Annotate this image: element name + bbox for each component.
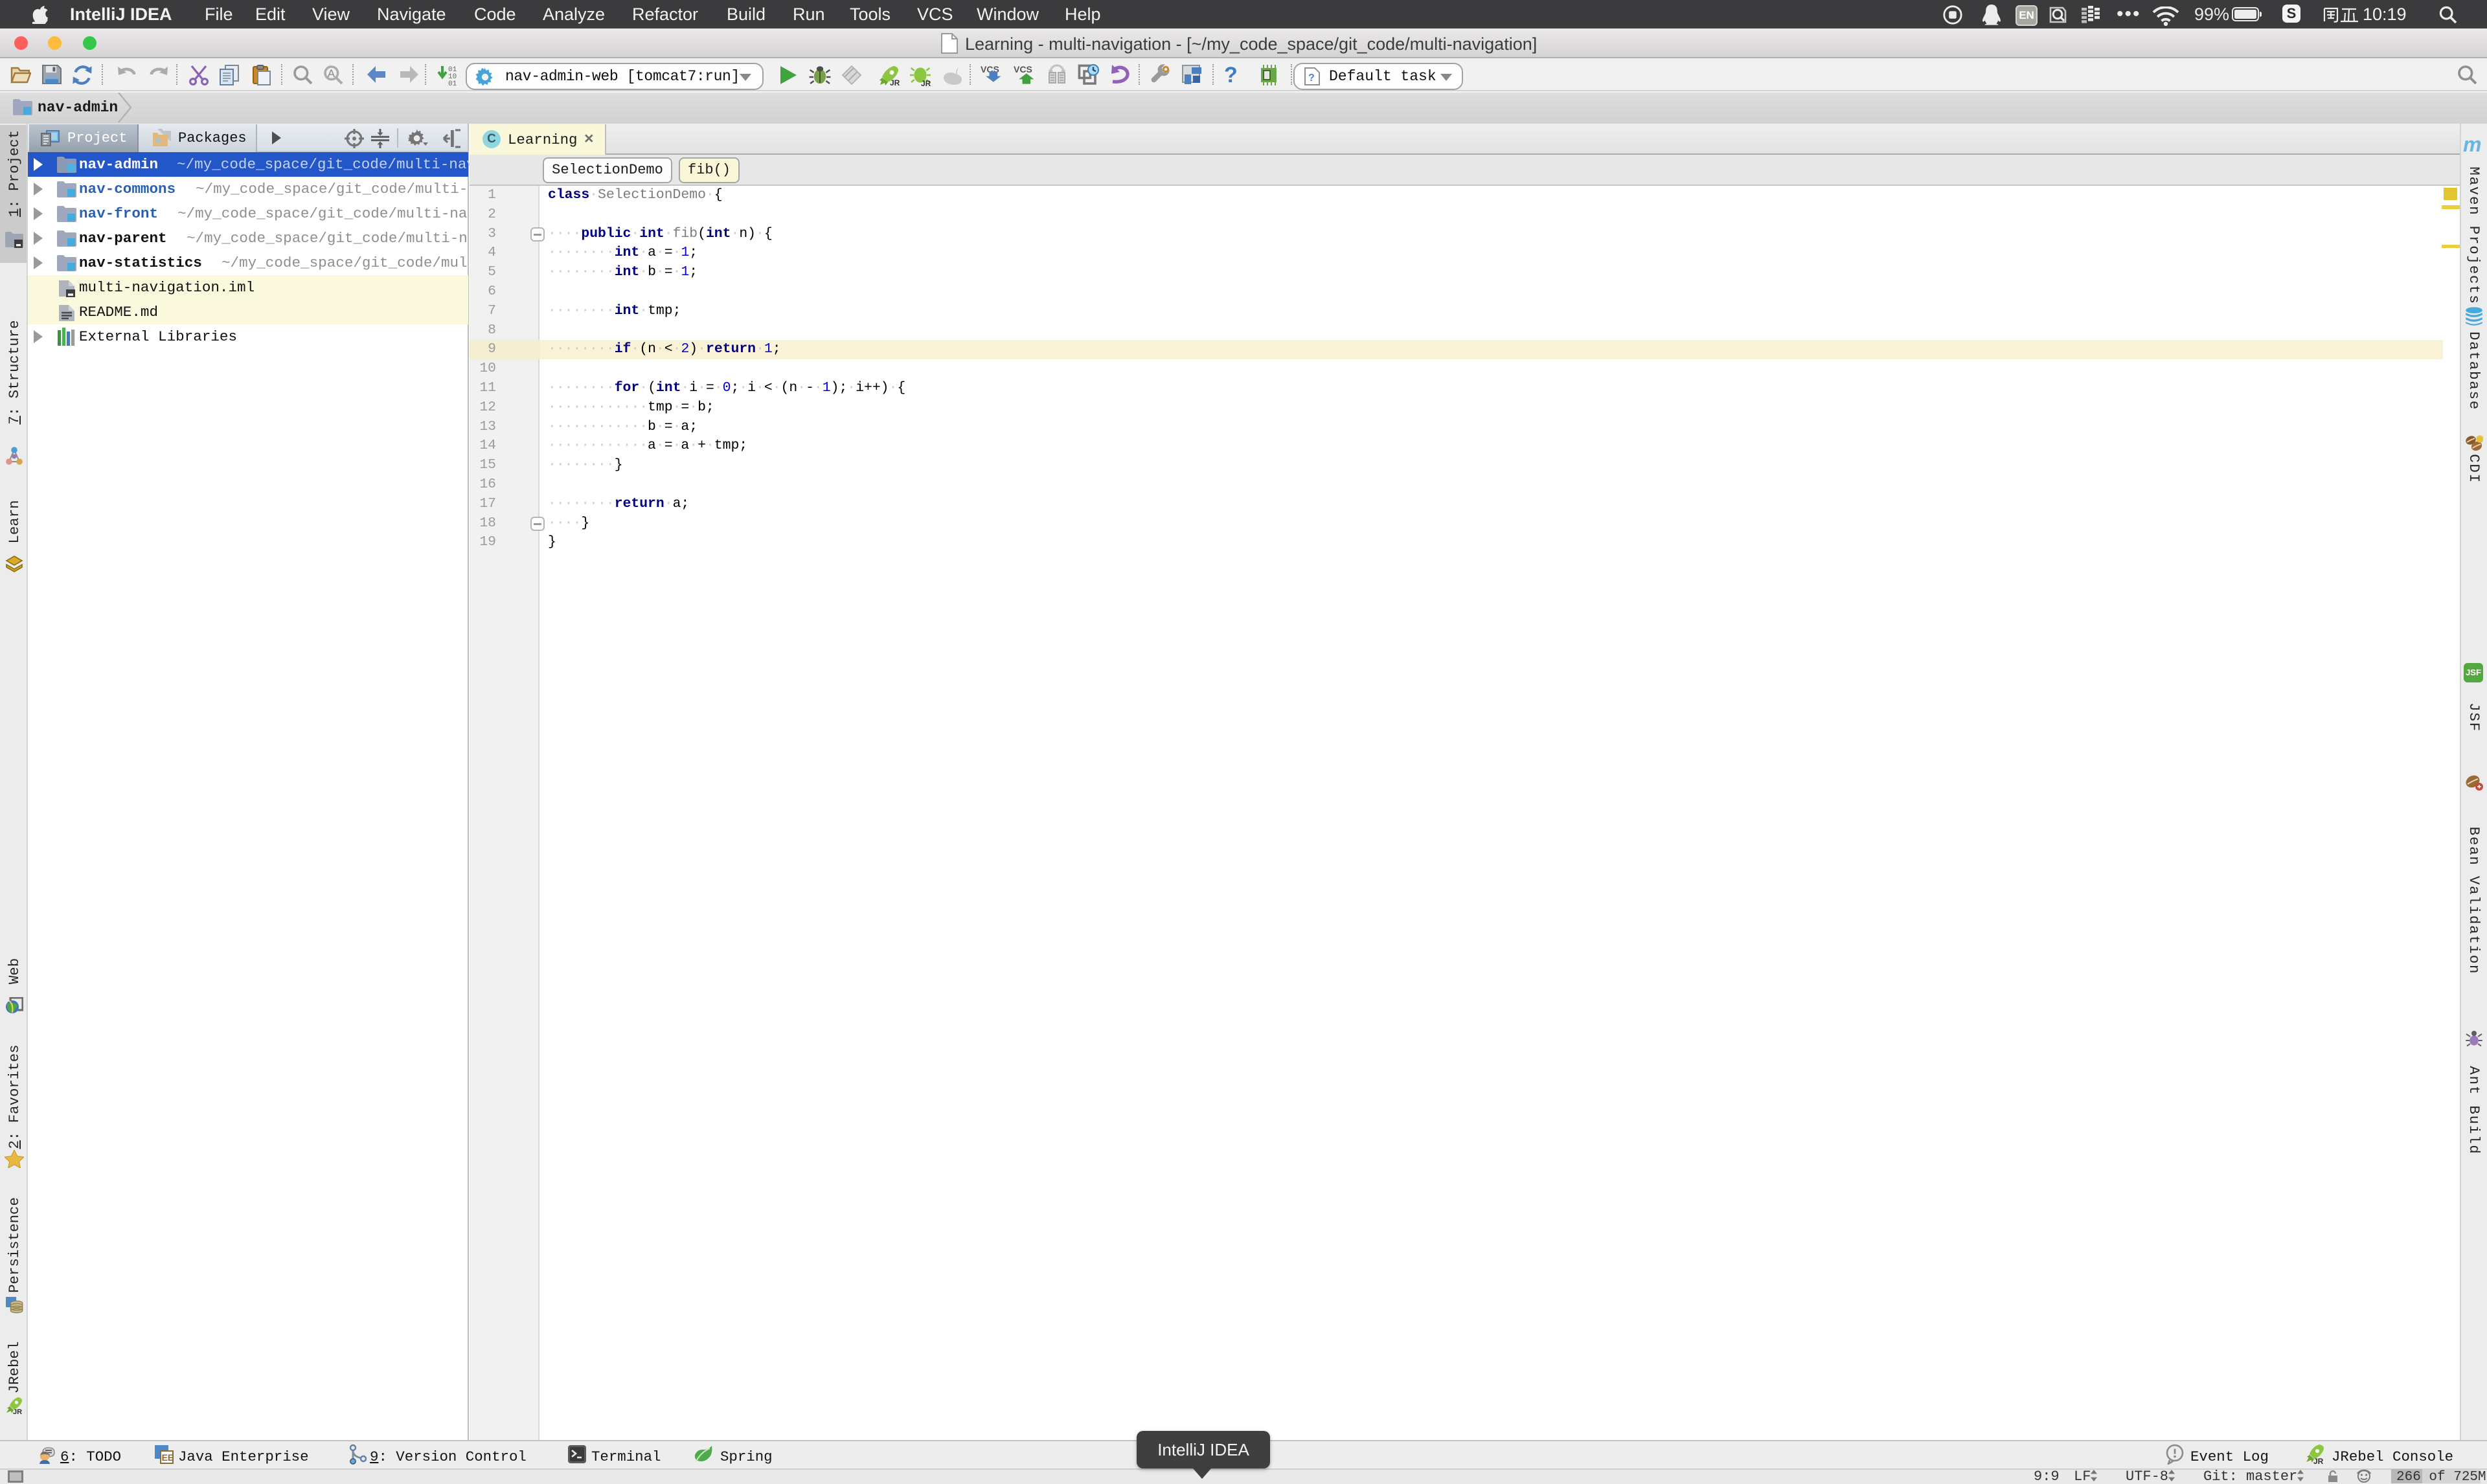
svg-text:JR: JR bbox=[2313, 1457, 2324, 1465]
svg-text:JR: JR bbox=[921, 79, 931, 87]
svg-text:A: A bbox=[328, 67, 335, 80]
svg-text:EE: EE bbox=[162, 1452, 174, 1463]
svg-text:01: 01 bbox=[448, 80, 457, 87]
svg-text:JR: JR bbox=[890, 78, 900, 87]
svg-text:VCS: VCS bbox=[1014, 64, 1032, 74]
svg-text:JR: JR bbox=[13, 1408, 22, 1415]
svg-text:?: ? bbox=[1308, 73, 1315, 84]
